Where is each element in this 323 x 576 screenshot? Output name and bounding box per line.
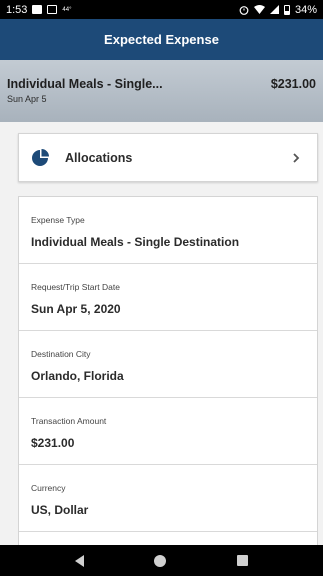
expense-details: Expense Type Individual Meals - Single D… bbox=[18, 196, 318, 556]
home-icon[interactable] bbox=[154, 554, 167, 567]
detail-currency[interactable]: Currency US, Dollar bbox=[19, 465, 317, 532]
wifi-icon bbox=[253, 5, 265, 14]
detail-start-date[interactable]: Request/Trip Start Date Sun Apr 5, 2020 bbox=[19, 264, 317, 331]
detail-expense-type[interactable]: Expense Type Individual Meals - Single D… bbox=[19, 197, 317, 264]
allocations-label: Allocations bbox=[65, 150, 133, 165]
allocations-button[interactable]: Allocations bbox=[18, 133, 318, 182]
detail-label: Currency bbox=[31, 483, 66, 493]
weather-notification: 44° bbox=[62, 6, 72, 13]
detail-label: Transaction Amount bbox=[31, 416, 107, 426]
pie-chart-icon bbox=[31, 148, 49, 167]
detail-label: Expense Type bbox=[31, 215, 85, 225]
image-notification-icon bbox=[32, 5, 43, 14]
summary-title: Individual Meals - Single... bbox=[7, 77, 163, 91]
summary-row: Individual Meals - Single... $231.00 bbox=[7, 77, 316, 91]
detail-label: Request/Trip Start Date bbox=[31, 282, 120, 292]
app-header: Expected Expense bbox=[0, 19, 323, 60]
status-right: 34% bbox=[239, 4, 317, 16]
detail-destination-city[interactable]: Destination City Orlando, Florida bbox=[19, 331, 317, 398]
back-icon[interactable] bbox=[75, 554, 85, 567]
detail-value: $231.00 bbox=[31, 436, 75, 450]
chevron-right-icon bbox=[289, 149, 303, 167]
alarm-icon bbox=[239, 5, 249, 15]
system-nav-bar bbox=[0, 545, 323, 576]
battery-icon bbox=[283, 4, 290, 15]
detail-value: Orlando, Florida bbox=[31, 369, 124, 383]
battery-percent: 34% bbox=[294, 3, 317, 16]
signal-icon bbox=[269, 5, 279, 14]
page-title: Expected Expense bbox=[104, 32, 219, 47]
summary-date: Sun Apr 5 bbox=[7, 94, 47, 104]
recent-apps-icon[interactable] bbox=[236, 555, 248, 566]
status-bar: 1:53 44° 34% bbox=[0, 0, 323, 19]
message-notification-icon bbox=[47, 5, 58, 14]
status-time: 1:53 bbox=[6, 3, 28, 16]
detail-value: Sun Apr 5, 2020 bbox=[31, 302, 121, 316]
detail-label: Destination City bbox=[31, 349, 91, 359]
expense-summary: Individual Meals - Single... $231.00 Sun… bbox=[0, 60, 323, 122]
summary-amount: $231.00 bbox=[270, 77, 316, 91]
detail-value: Individual Meals - Single Destination bbox=[31, 235, 240, 249]
detail-value: US, Dollar bbox=[31, 503, 89, 517]
detail-transaction-amount[interactable]: Transaction Amount $231.00 bbox=[19, 398, 317, 465]
status-left: 1:53 44° bbox=[6, 4, 72, 16]
